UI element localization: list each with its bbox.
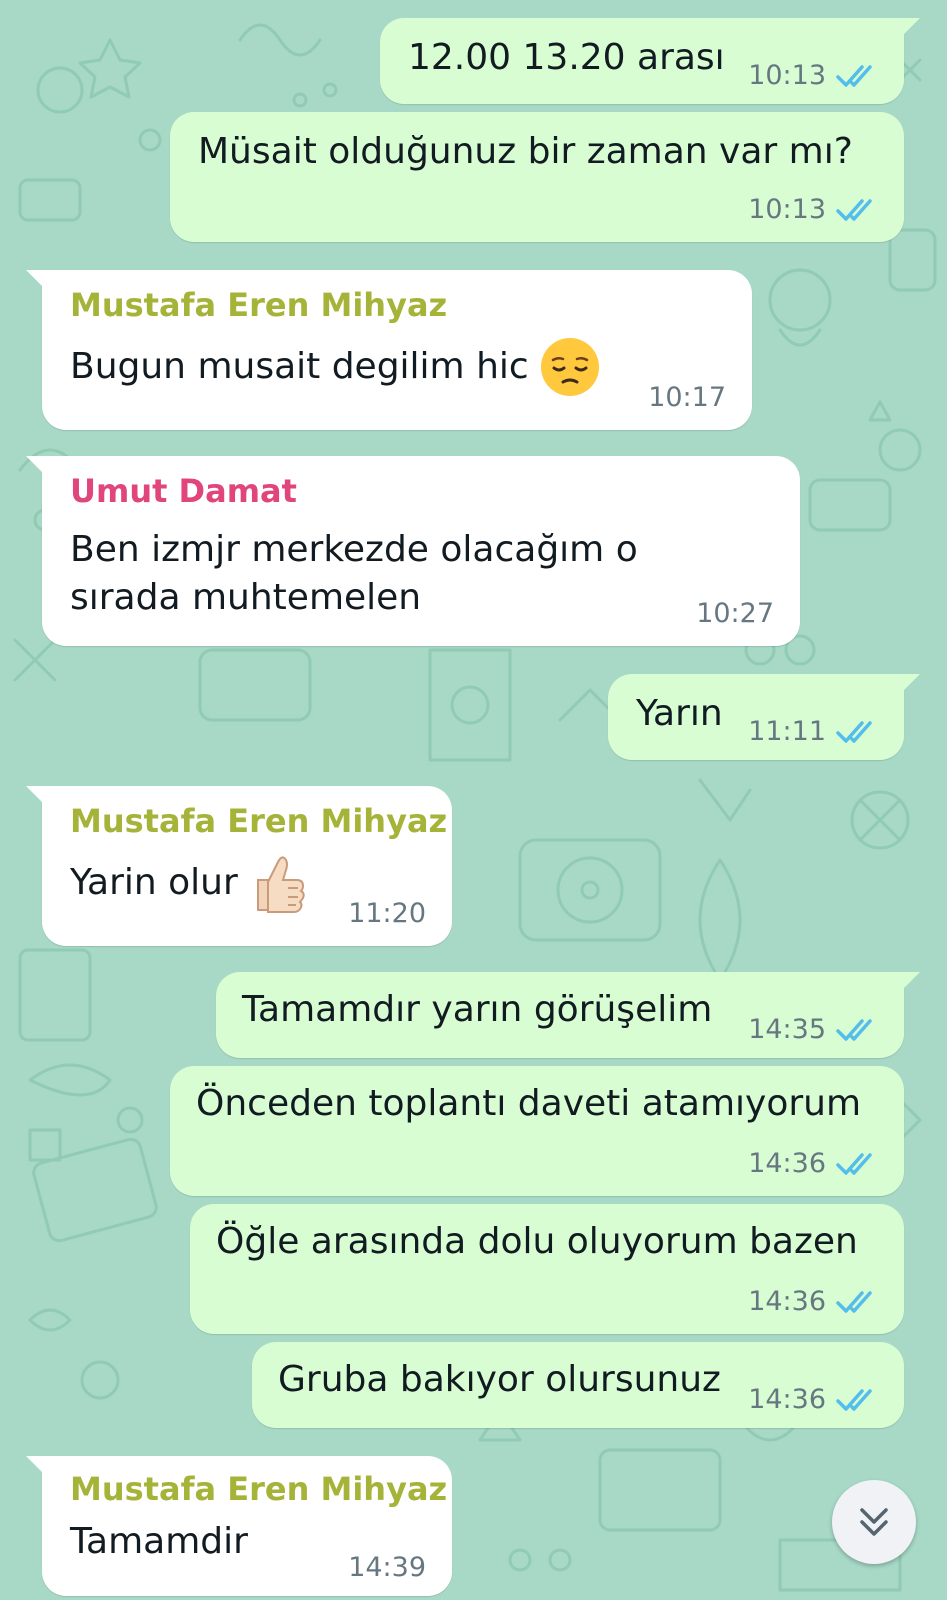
message-bubble-outgoing[interactable]: Müsait olduğunuz bir zaman var mı? 10:13: [170, 112, 904, 242]
message-text: Müsait olduğunuz bir zaman var mı?: [198, 131, 853, 172]
message-bubble-outgoing[interactable]: Öğle arasında dolu oluyorum bazen 14:36: [190, 1204, 904, 1334]
message-time: 14:35: [748, 1014, 826, 1045]
message-text-line: sırada muhtemelen: [70, 577, 422, 618]
sender-name: Mustafa Eren Mihyaz: [70, 802, 448, 840]
message-time: 10:17: [648, 382, 726, 413]
double-chevron-down-icon: [860, 1508, 888, 1536]
message-text: Önceden toplantı daveti atamıyorum: [196, 1083, 862, 1124]
message-time: 10:13: [748, 60, 826, 91]
message-bubble-incoming[interactable]: Mustafa Eren Mihyaz Yarin olur 11:20: [26, 786, 452, 946]
message-time: 14:39: [348, 1552, 426, 1583]
double-check-read-icon: [836, 721, 872, 743]
message-time: 14:36: [748, 1148, 826, 1179]
message-meta: 11:11: [748, 716, 880, 748]
message-meta: 14:36: [748, 1148, 880, 1180]
message-text: 12.00 13.20 arası: [408, 37, 725, 78]
message-text: Tamamdır yarın görüşelim: [242, 989, 713, 1030]
message-meta: 11:20: [348, 898, 426, 930]
double-check-read-icon: [836, 199, 872, 221]
sender-name: Mustafa Eren Mihyaz: [70, 1470, 448, 1508]
message-bubble-outgoing[interactable]: Gruba bakıyor olursunuz 14:36: [252, 1342, 904, 1428]
message-text: Öğle arasında dolu oluyorum bazen: [216, 1221, 858, 1262]
sender-name: Umut Damat: [70, 472, 297, 510]
message-bubble-outgoing[interactable]: Tamamdır yarın görüşelim 14:35: [216, 972, 920, 1058]
double-check-read-icon: [836, 1153, 872, 1175]
message-text: Yarın: [636, 693, 723, 734]
thumbs-up-emoji: [256, 856, 305, 913]
message-time: 14:36: [748, 1286, 826, 1317]
message-time: 10:27: [696, 598, 774, 629]
message-meta: 14:35: [748, 1014, 880, 1046]
sender-name: Mustafa Eren Mihyaz: [70, 286, 448, 324]
message-meta: 14:36: [748, 1286, 880, 1318]
pensive-face-emoji: [540, 338, 599, 396]
double-check-read-icon: [836, 1019, 872, 1041]
double-check-read-icon: [836, 65, 872, 87]
message-text: Tamamdir: [70, 1521, 248, 1562]
double-check-read-icon: [836, 1389, 872, 1411]
message-bubble-outgoing[interactable]: Yarın 11:11: [608, 674, 920, 760]
message-text: Bugun musait degilim hic: [70, 336, 601, 398]
message-bubble-incoming[interactable]: Mustafa Eren Mihyaz Bugun musait degilim…: [26, 270, 752, 430]
message-text: Yarin olur: [70, 852, 306, 914]
message-text-content: Yarin olur: [70, 862, 238, 903]
message-text-content: Bugun musait degilim hic: [70, 346, 529, 387]
message-time: 11:20: [348, 898, 426, 929]
message-text-line: Ben izmjr merkezde olacağım o: [70, 529, 638, 570]
message-time: 11:11: [748, 716, 826, 747]
message-meta: 10:13: [748, 194, 880, 226]
message-meta: 10:17: [648, 382, 726, 414]
double-check-read-icon: [836, 1291, 872, 1313]
message-meta: 14:39: [348, 1552, 426, 1584]
message-meta: 10:27: [696, 598, 774, 630]
message-meta: 14:36: [748, 1384, 880, 1416]
message-bubble-outgoing[interactable]: Önceden toplantı daveti atamıyorum 14:36: [170, 1066, 904, 1196]
message-bubble-incoming[interactable]: Mustafa Eren Mihyaz Tamamdir 14:39: [26, 1456, 452, 1596]
message-bubble-incoming[interactable]: Umut Damat Ben izmjr merkezde olacağım o…: [26, 456, 800, 646]
message-meta: 10:13: [748, 60, 880, 92]
message-time: 14:36: [748, 1384, 826, 1415]
message-time: 10:13: [748, 194, 826, 225]
message-text: Gruba bakıyor olursunuz: [278, 1359, 721, 1400]
scroll-to-bottom-button[interactable]: [832, 1480, 916, 1564]
message-bubble-outgoing[interactable]: 12.00 13.20 arası 10:13: [380, 18, 920, 104]
